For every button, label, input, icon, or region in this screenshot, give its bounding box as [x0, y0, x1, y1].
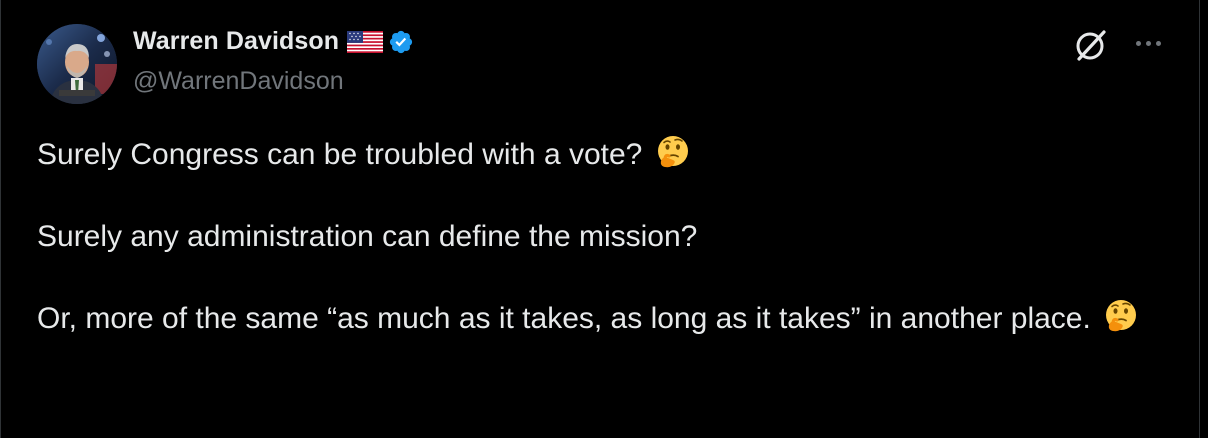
tweet-paragraph-3: Or, more of the same “as much as it take…: [37, 298, 1187, 339]
thinking-face-icon: [1103, 298, 1139, 334]
author-name[interactable]: Warren Davidson: [133, 27, 339, 56]
tweet-card: Warren Davidson @WarrenDavidson Surely C…: [0, 0, 1200, 438]
us-flag-icon: [347, 30, 384, 53]
avatar[interactable]: [37, 24, 117, 104]
dot: [1155, 40, 1161, 46]
tweet-text: Surely Congress can be troubled with a v…: [37, 134, 1187, 339]
paragraph-text: Surely Congress can be troubled with a v…: [37, 138, 643, 171]
dot: [1135, 40, 1141, 46]
author-row: Warren Davidson: [133, 27, 414, 56]
more-options-icon[interactable]: [1131, 28, 1165, 58]
paragraph-text: Surely any administration can define the…: [37, 220, 698, 253]
tweet-paragraph-2: Surely any administration can define the…: [37, 216, 1187, 257]
author-handle[interactable]: @WarrenDavidson: [133, 67, 344, 96]
paragraph-text: Or, more of the same “as much as it take…: [37, 302, 1091, 335]
grok-icon[interactable]: [1071, 26, 1111, 66]
tweet-paragraph-1: Surely Congress can be troubled with a v…: [37, 134, 1187, 175]
verified-badge-icon[interactable]: [388, 29, 414, 55]
thinking-face-icon: [655, 134, 691, 170]
dot: [1145, 40, 1151, 46]
